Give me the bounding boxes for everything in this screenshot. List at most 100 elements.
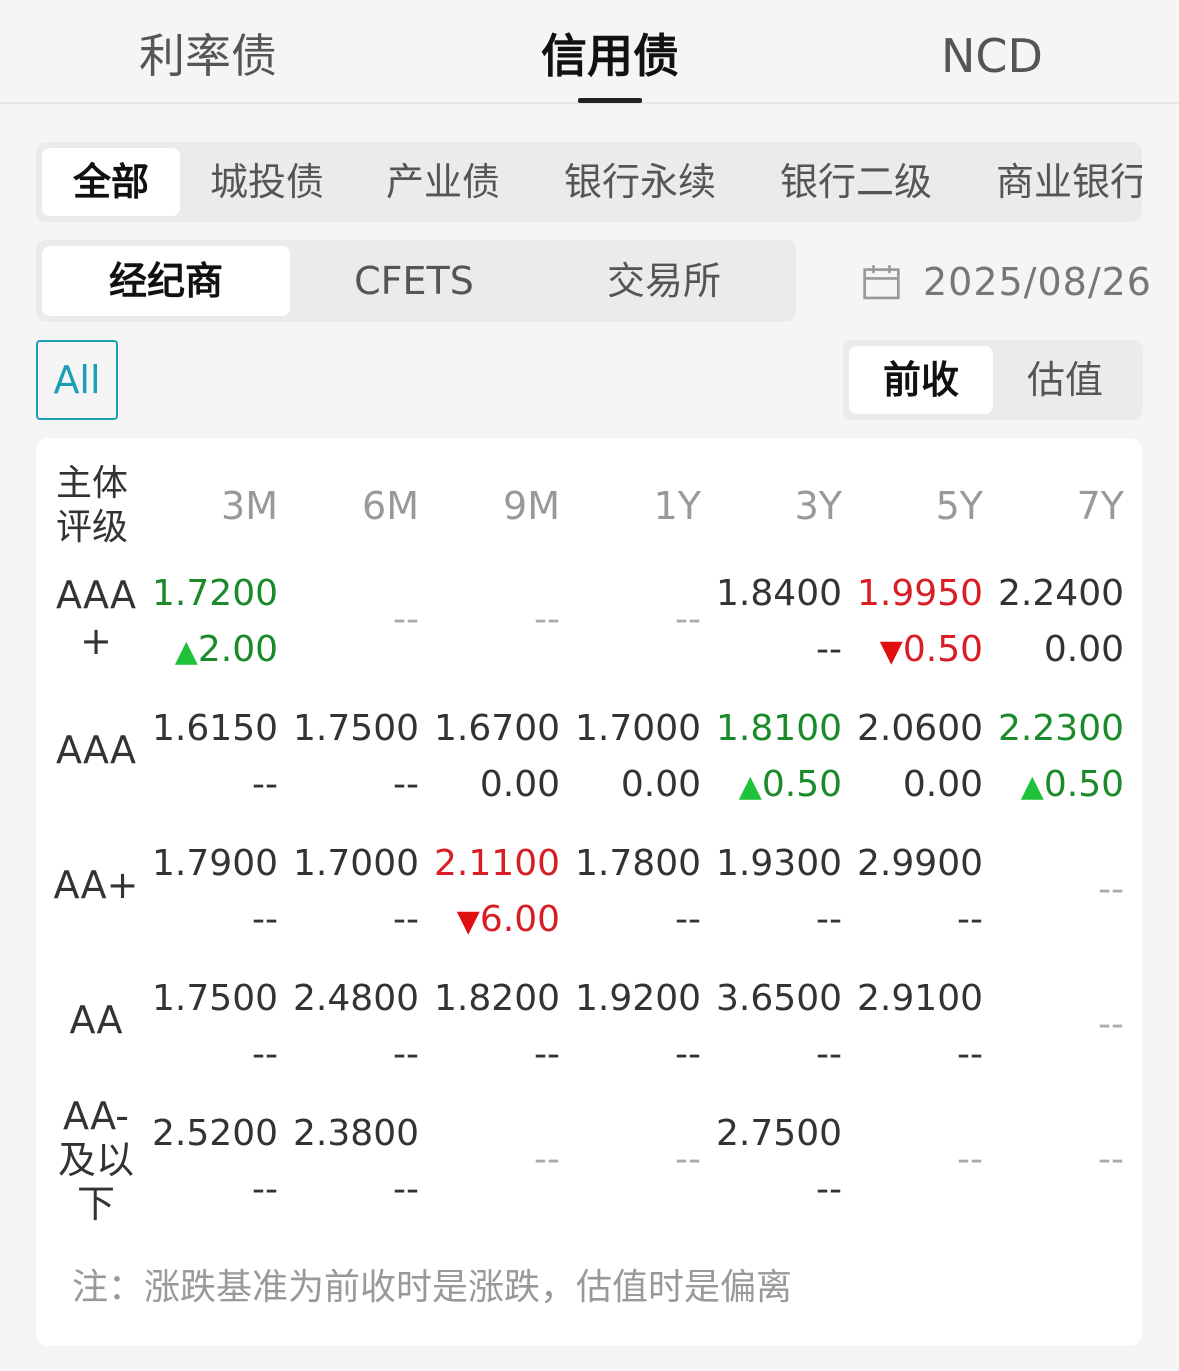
yield-cell[interactable]: 1.7000 0.00 <box>571 701 701 813</box>
yield-cell[interactable]: 2.2400 0.00 <box>994 566 1124 678</box>
calendar-icon <box>863 265 900 300</box>
yield-change-value: -- <box>393 1169 419 1210</box>
tab-ncd[interactable]: NCD <box>892 24 1092 88</box>
yield-cell[interactable]: 1.9200 -- <box>571 971 701 1083</box>
column-header-6m: 6M <box>362 484 419 528</box>
yield-change: -- <box>712 622 842 678</box>
yield-change: 0.00 <box>853 757 983 813</box>
yield-value: 2.2400 <box>998 573 1124 614</box>
up-arrow-icon: ▲ <box>1020 769 1044 804</box>
source-exchange[interactable]: 交易所 <box>540 246 788 316</box>
source-broker[interactable]: 经纪商 <box>42 246 290 316</box>
category-commercial-bank[interactable]: 商业银行 <box>996 148 1142 216</box>
yield-value: 1.7500 <box>293 708 419 749</box>
yield-cell[interactable]: 1.7500 -- <box>148 971 278 1083</box>
yield-change-value: -- <box>252 764 278 805</box>
empty-cell: -- <box>1098 1139 1124 1180</box>
yield-value: 2.7500 <box>716 1113 842 1154</box>
yield-cell[interactable]: 1.7500 -- <box>289 701 419 813</box>
yield-value: 1.6150 <box>152 708 278 749</box>
date-picker[interactable]: 2025/08/26 <box>862 250 1152 314</box>
empty-cell: -- <box>534 599 560 640</box>
yield-cell[interactable]: 1.6700 0.00 <box>430 701 560 813</box>
yield-change-value: -- <box>816 899 842 940</box>
yield-value: 2.1100 <box>434 843 560 884</box>
yield-change-value: -- <box>957 1034 983 1075</box>
toggle-previous-close[interactable]: 前收 <box>849 346 993 414</box>
active-tab-indicator <box>578 98 642 103</box>
category-urban-investment[interactable]: 城投债 <box>210 148 324 216</box>
yield-value: 2.9900 <box>857 843 983 884</box>
yield-change-value: -- <box>816 1169 842 1210</box>
rating-header: 主体评级 <box>56 463 129 548</box>
column-header-3m: 3M <box>221 484 278 528</box>
empty-cell: -- <box>534 1139 560 1180</box>
yield-value: 2.5200 <box>152 1113 278 1154</box>
yield-cell[interactable]: 2.4800 -- <box>289 971 419 1083</box>
yield-value: 1.7800 <box>575 843 701 884</box>
yield-cell[interactable]: 1.7900 -- <box>148 836 278 948</box>
yield-cell[interactable]: 2.0600 0.00 <box>853 701 983 813</box>
yield-change-value: -- <box>816 629 842 670</box>
column-header-3y: 3Y <box>794 484 842 528</box>
category-industrial[interactable]: 产业债 <box>386 148 500 216</box>
up-arrow-icon: ▲ <box>174 634 198 669</box>
column-header-7y: 7Y <box>1076 484 1124 528</box>
yield-change: ▼0.50 <box>853 622 983 678</box>
yield-value: 1.9950 <box>857 573 983 614</box>
down-arrow-icon: ▼ <box>456 904 480 939</box>
yield-change-value: 2.00 <box>197 629 278 670</box>
yield-value: 2.2300 <box>998 708 1124 749</box>
yield-cell[interactable]: 1.8100 ▲0.50 <box>712 701 842 813</box>
yield-change-value: -- <box>393 1034 419 1075</box>
yield-cell[interactable]: 1.7000 -- <box>289 836 419 948</box>
yield-change-value: 0.00 <box>902 764 983 805</box>
yield-cell[interactable]: 1.9300 -- <box>712 836 842 948</box>
yield-change-value: -- <box>252 1169 278 1210</box>
yield-value: 1.8200 <box>434 978 560 1019</box>
yield-cell[interactable]: 1.7800 -- <box>571 836 701 948</box>
all-filter-button[interactable]: All <box>36 340 118 420</box>
price-basis-toggle: 前收 估值 <box>843 340 1143 420</box>
row-rating-label: AA- 及以下 <box>57 1094 134 1226</box>
yield-cell[interactable]: 1.7200 ▲2.00 <box>148 566 278 678</box>
yield-cell[interactable]: 2.1100 ▼6.00 <box>430 836 560 948</box>
yield-change-value: 0.00 <box>1043 629 1124 670</box>
source-cfets[interactable]: CFETS <box>290 246 538 316</box>
category-bank-perpetual[interactable]: 银行永续 <box>564 148 716 216</box>
tab-credit-bonds[interactable]: 信用债 <box>510 24 710 88</box>
yield-cell[interactable]: 3.6500 -- <box>712 971 842 1083</box>
category-bank-tier2[interactable]: 银行二级 <box>780 148 932 216</box>
yield-change: -- <box>289 1162 419 1218</box>
yield-cell[interactable]: 1.8400 -- <box>712 566 842 678</box>
yield-change: -- <box>289 892 419 948</box>
category-all[interactable]: 全部 <box>42 148 180 216</box>
yield-change-value: -- <box>393 764 419 805</box>
date-value: 2025/08/26 <box>922 260 1152 304</box>
yield-cell[interactable]: 2.2300 ▲0.50 <box>994 701 1124 813</box>
yield-cell[interactable]: 2.5200 -- <box>148 1106 278 1218</box>
yield-cell[interactable]: 2.7500 -- <box>712 1106 842 1218</box>
empty-cell: -- <box>675 1139 701 1180</box>
yield-cell[interactable]: 2.9100 -- <box>853 971 983 1083</box>
row-rating-label: AAA + <box>55 573 137 663</box>
yield-cell[interactable]: 1.8200 -- <box>430 971 560 1083</box>
yield-change-value: 0.00 <box>620 764 701 805</box>
up-arrow-icon: ▲ <box>738 769 762 804</box>
empty-cell: -- <box>393 599 419 640</box>
yield-change-value: -- <box>957 899 983 940</box>
column-header-1y: 1Y <box>653 484 701 528</box>
toggle-valuation[interactable]: 估值 <box>993 346 1137 414</box>
tab-rate-bonds[interactable]: 利率债 <box>108 24 308 88</box>
yield-change: 0.00 <box>430 757 560 813</box>
yield-cell[interactable]: 1.6150 -- <box>148 701 278 813</box>
yield-change-value: 0.50 <box>902 629 983 670</box>
yield-change: 0.00 <box>994 622 1124 678</box>
yield-value: 1.8400 <box>716 573 842 614</box>
yield-cell[interactable]: 2.3800 -- <box>289 1106 419 1218</box>
row-rating-label: AA <box>69 998 123 1042</box>
yield-value: 1.7000 <box>575 708 701 749</box>
yield-cell[interactable]: 1.9950 ▼0.50 <box>853 566 983 678</box>
yield-cell[interactable]: 2.9900 -- <box>853 836 983 948</box>
top-tab-bar: 利率债 信用债 NCD <box>0 0 1179 104</box>
